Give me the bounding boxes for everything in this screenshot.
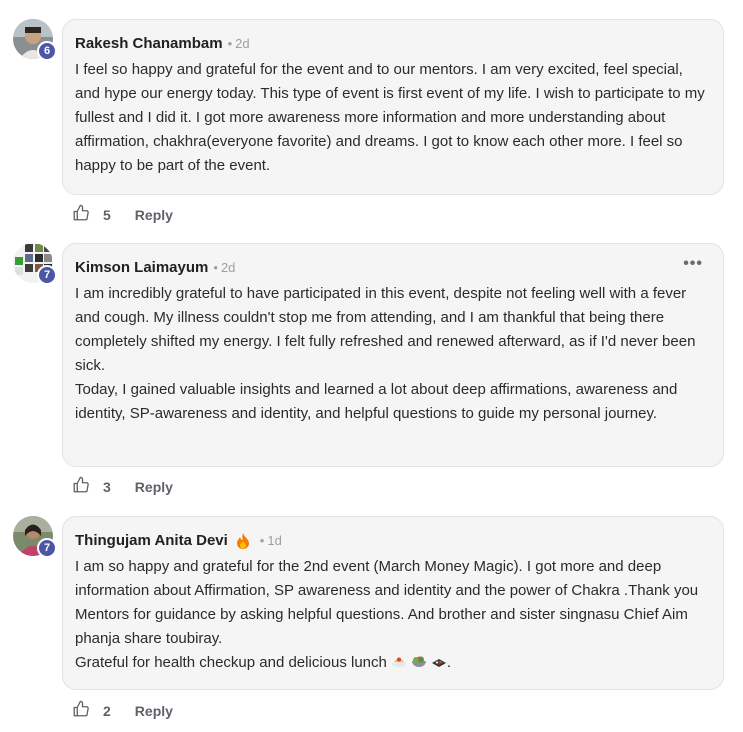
comment-actions: 5 Reply: [72, 204, 173, 227]
comment-bubble: Rakesh Chanambam • 2d I feel so happy an…: [62, 19, 724, 195]
meta-separator: •: [227, 36, 233, 51]
meta-separator: •: [213, 260, 218, 275]
comment-actions: 2 Reply: [72, 700, 173, 723]
comment-bubble: Kimson Laimayum • 2d ••• I am incredibly…: [62, 243, 724, 467]
comment-meta: Kimson Laimayum • 2d: [75, 257, 709, 278]
comment-actions: 3 Reply: [72, 476, 173, 499]
comment-meta: Thingujam Anita Devi • 1d: [75, 530, 709, 551]
spaghetti-icon: [391, 653, 407, 677]
thumbs-up-outline-icon: [72, 700, 90, 723]
like-button[interactable]: 5: [72, 204, 111, 227]
more-options-button[interactable]: •••: [683, 256, 703, 272]
avatar[interactable]: 6: [13, 19, 57, 61]
comment-paragraph: Grateful for health checkup and deliciou…: [75, 654, 387, 671]
thumbs-up-outline-icon: [72, 204, 90, 227]
avatar[interactable]: 7: [13, 516, 57, 558]
comment-timestamp[interactable]: 2d: [221, 260, 235, 275]
reply-button[interactable]: Reply: [135, 207, 173, 223]
author-name[interactable]: Kimson Laimayum: [75, 259, 208, 276]
like-count: 2: [103, 703, 111, 719]
comment-paragraph: I am so happy and grateful for the 2nd e…: [75, 558, 699, 647]
comment-body: I am incredibly grateful to have partici…: [75, 282, 709, 426]
comment-body: I feel so happy and grateful for the eve…: [75, 58, 709, 178]
meta-separator: •: [259, 533, 265, 548]
author-name[interactable]: Thingujam Anita Devi: [75, 532, 228, 549]
comment-bubble: Thingujam Anita Devi • 1d I am so happy …: [62, 516, 724, 690]
level-badge: 7: [37, 265, 57, 285]
comment-paragraph-with-emoji: Grateful for health checkup and deliciou…: [75, 651, 709, 677]
thumbs-up-outline-icon: [72, 476, 90, 499]
comment-paragraph: I am incredibly grateful to have partici…: [75, 285, 696, 374]
bento-box-icon: [431, 653, 447, 677]
avatar[interactable]: 7: [13, 243, 57, 285]
level-badge: 6: [37, 41, 57, 61]
author-name[interactable]: Rakesh Chanambam: [75, 35, 223, 52]
like-button[interactable]: 3: [72, 476, 111, 499]
comment-paragraph: I feel so happy and grateful for the eve…: [75, 61, 705, 174]
salad-icon: [411, 653, 427, 677]
comment-meta: Rakesh Chanambam • 2d: [75, 33, 709, 54]
like-count: 3: [103, 479, 111, 495]
comment-paragraph: Today, I gained valuable insights and le…: [75, 381, 678, 422]
level-badge: 7: [37, 538, 57, 558]
reply-button[interactable]: Reply: [135, 479, 173, 495]
like-count: 5: [103, 207, 111, 223]
trailing-text: .: [446, 654, 452, 671]
comment-timestamp[interactable]: 2d: [235, 36, 249, 51]
reply-button[interactable]: Reply: [135, 703, 173, 719]
like-button[interactable]: 2: [72, 700, 111, 723]
fire-icon: [236, 532, 250, 549]
comment-body: I am so happy and grateful for the 2nd e…: [75, 555, 709, 677]
comment-timestamp[interactable]: 1d: [267, 533, 281, 548]
